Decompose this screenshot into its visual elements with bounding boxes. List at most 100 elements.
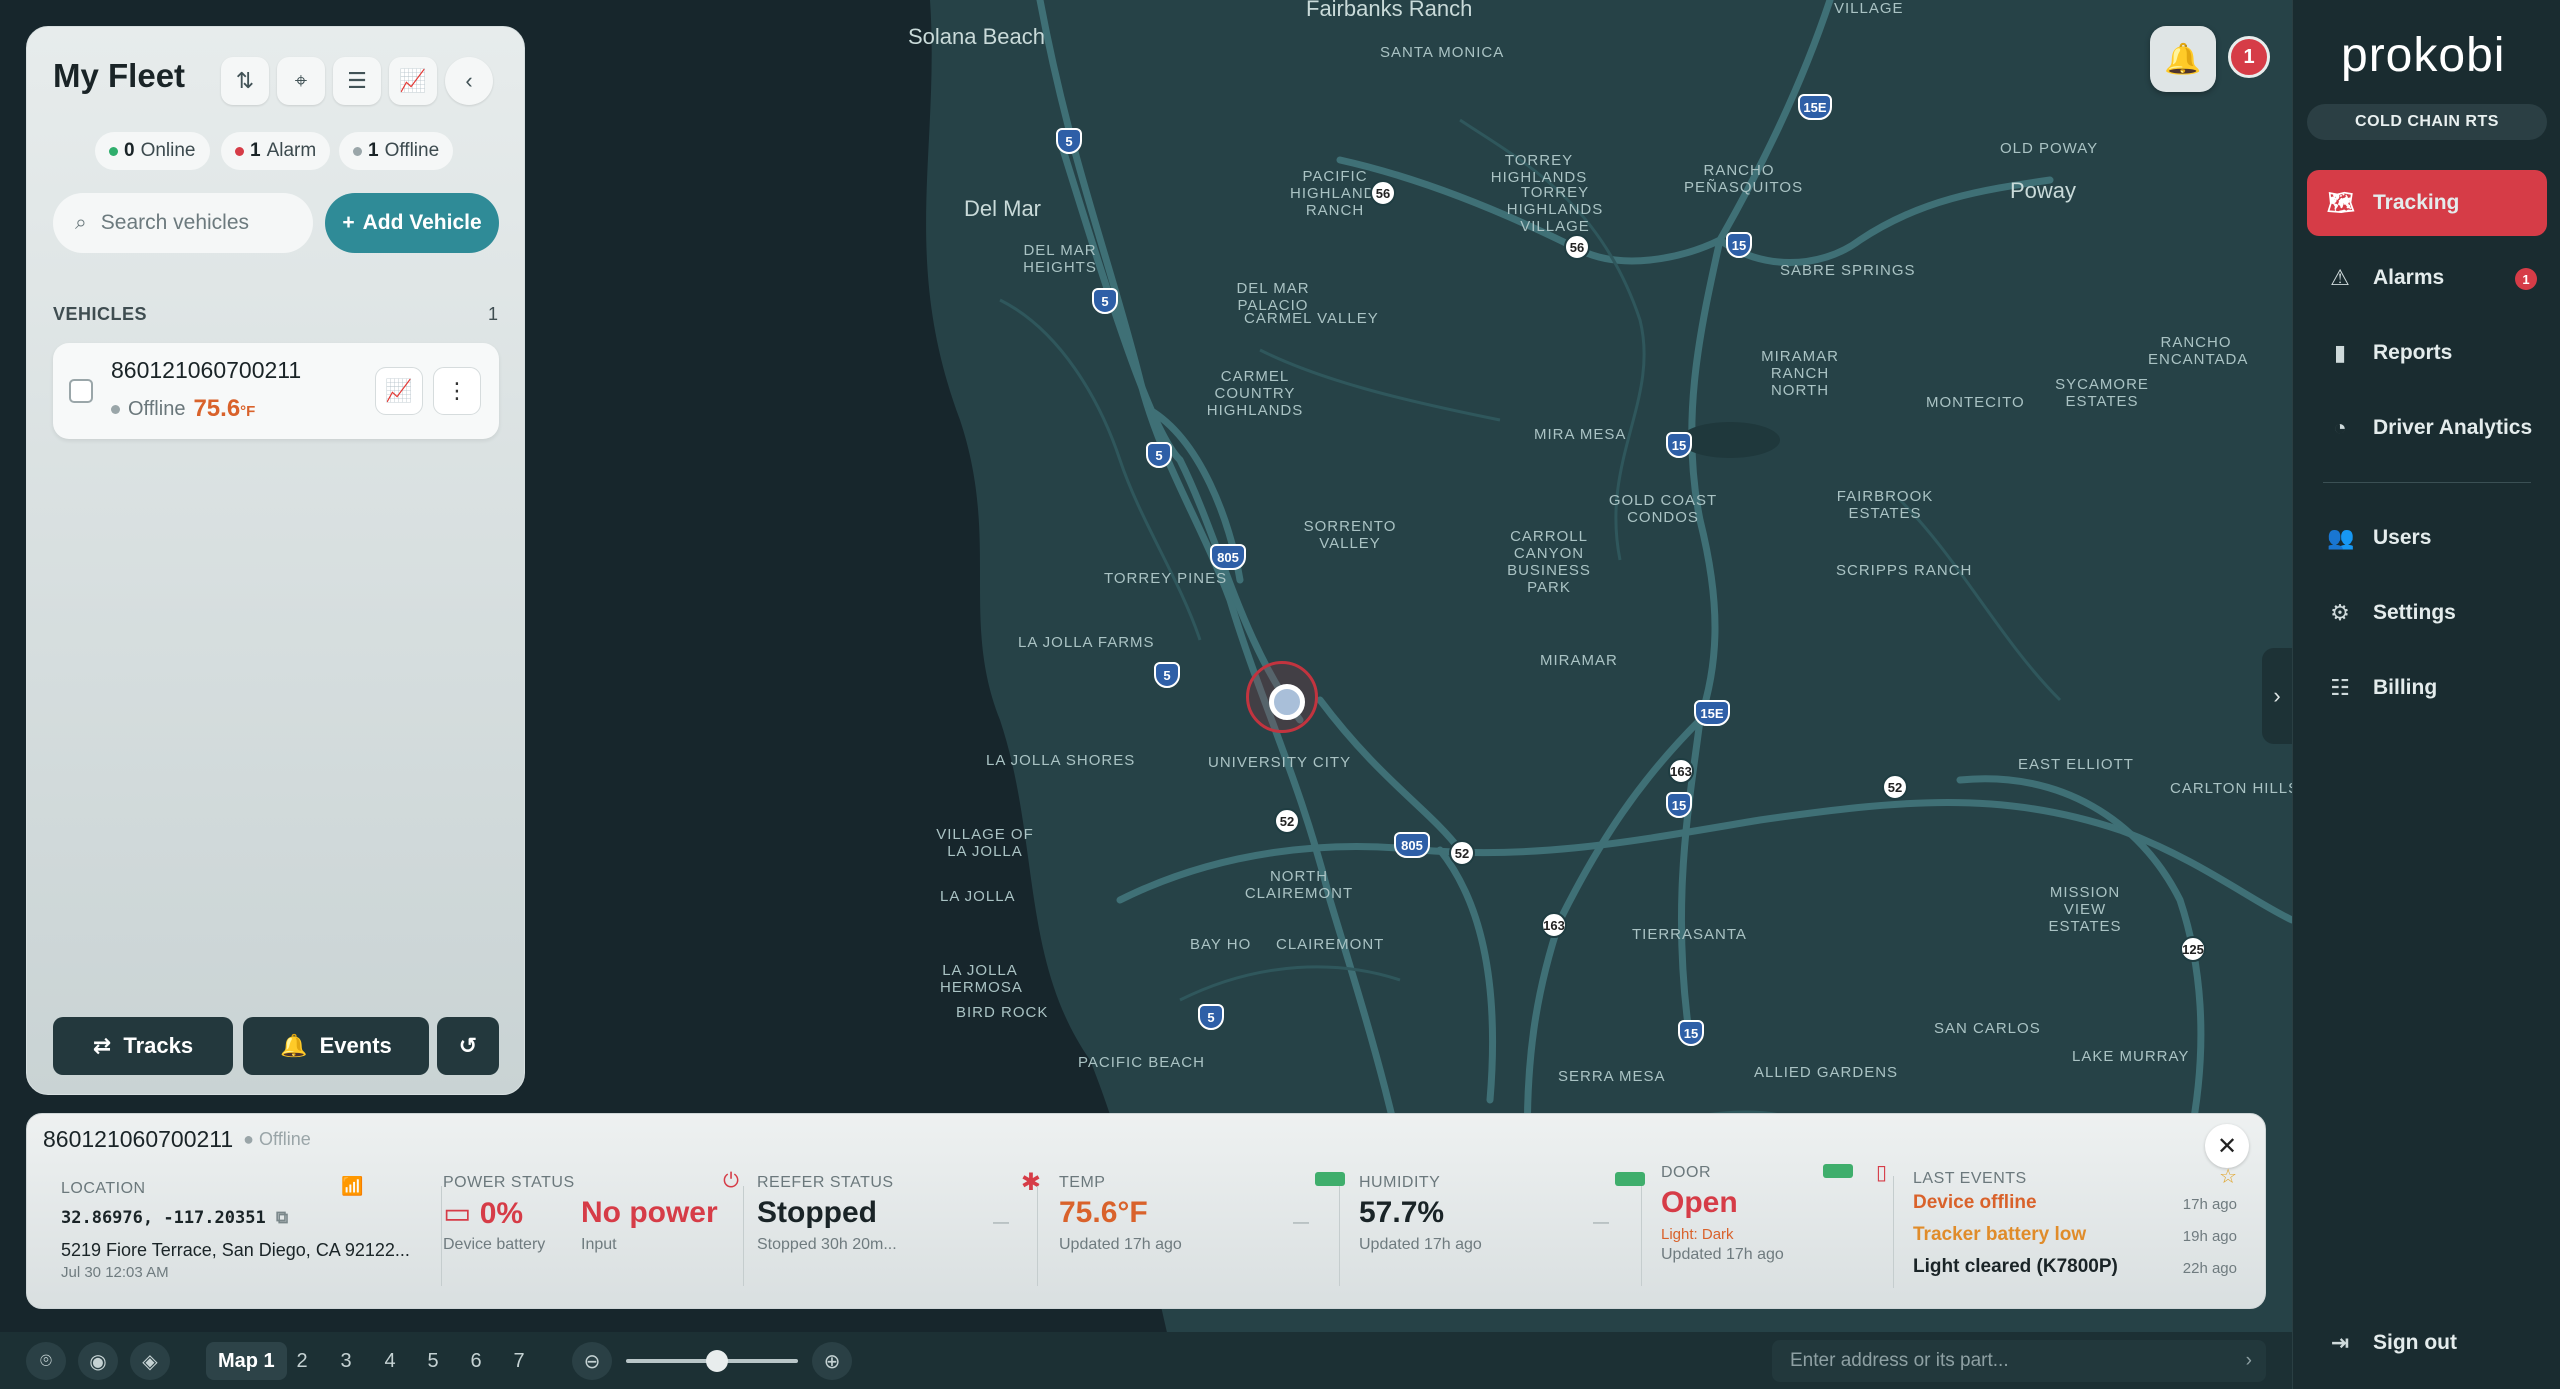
brand-logo[interactable]: prokobi — [2341, 28, 2505, 83]
event-item[interactable]: Tracker battery low — [1913, 1224, 2086, 1246]
map-tab-5[interactable]: 5 — [423, 1342, 443, 1380]
place-label: SYCAMORE ESTATES — [2055, 376, 2149, 410]
search-vehicles-input[interactable]: ⌕ Search vehicles — [53, 193, 313, 253]
address-search-input[interactable]: Enter address or its part... › — [1772, 1340, 2266, 1382]
place-label: Fairbanks Ranch — [1306, 0, 1473, 21]
place-label: CARLTON HILLS — [2170, 780, 2292, 797]
map-tab-1[interactable]: Map 1 — [206, 1342, 287, 1380]
star-icon[interactable]: ☆ — [2219, 1164, 2237, 1189]
expand-nav-button[interactable]: › — [2262, 648, 2292, 744]
map-tab-7[interactable]: 7 — [509, 1342, 529, 1380]
zoom-in-button[interactable]: ⊕ — [812, 1342, 852, 1380]
vehicle-menu-button[interactable]: ⋮ — [433, 367, 481, 415]
place-label: CARMEL VALLEY — [1244, 310, 1379, 327]
humidity-dash: — — [1593, 1214, 1609, 1231]
place-label: CARROLL CANYON BUSINESS PARK — [1507, 528, 1591, 596]
zoom-out-icon: ⊖ — [583, 1350, 601, 1373]
nav-label: Settings — [2373, 601, 2456, 624]
pin-button[interactable]: ⌾ — [26, 1342, 66, 1380]
online-dot-icon — [109, 146, 118, 156]
vehicle-marker[interactable] — [1246, 661, 1318, 733]
route-shield: 5 — [1092, 288, 1118, 314]
chart-icon: 📈 — [399, 68, 427, 93]
close-detail-button[interactable]: ✕ — [2205, 1124, 2249, 1168]
vehicle-card[interactable]: 860121060700211 Offline 75.6°F 📈 ⋮ — [53, 343, 499, 439]
users-icon: 👥 — [2327, 525, 2355, 550]
route-shield: 15 — [1726, 232, 1752, 258]
sort-button[interactable]: ⇅ — [221, 57, 269, 105]
vehicle-id: 860121060700211 — [111, 357, 302, 383]
events-button[interactable]: 🔔 Events — [243, 1017, 429, 1075]
route-shield: 5 — [1198, 1004, 1224, 1030]
nav-label: Alarms — [2373, 266, 2445, 289]
reefer-label: REEFER STATUS — [757, 1174, 894, 1191]
place-label: VILLAGE — [1834, 0, 1904, 17]
door-icon: ▯ — [1875, 1162, 1887, 1184]
vehicle-status: Offline — [128, 397, 186, 420]
vehicle-checkbox[interactable] — [69, 379, 93, 403]
sign-out-button[interactable]: ⇥ Sign out — [2307, 1310, 2547, 1376]
event-item[interactable]: Light cleared (K7800P) — [1913, 1256, 2118, 1278]
divider — [743, 1186, 744, 1286]
list-view-button[interactable]: ☰ — [333, 57, 381, 105]
offline-filter[interactable]: 1 Offline — [339, 132, 454, 170]
route-shield: 15 — [1666, 792, 1692, 818]
location-label: LOCATION — [61, 1180, 146, 1197]
copy-icon[interactable]: ⧉ — [276, 1208, 288, 1228]
place-label: LA JOLLA HERMOSA — [940, 962, 1023, 996]
reefer-dash: — — [993, 1214, 1009, 1231]
map-tab-2[interactable]: 2 — [292, 1342, 312, 1380]
add-vehicle-button[interactable]: + Add Vehicle — [325, 193, 499, 253]
online-label: Online — [140, 140, 196, 161]
events-label: Events — [319, 1033, 392, 1058]
place-label: GOLD COAST CONDOS — [1608, 492, 1718, 526]
humidity-value: 57.7% — [1359, 1196, 1445, 1229]
marker-button[interactable]: ◉ — [78, 1342, 118, 1380]
place-label: MISSION VIEW ESTATES — [2048, 884, 2122, 935]
nav-settings[interactable]: ⚙ Settings — [2307, 580, 2547, 646]
nav-label: Users — [2373, 526, 2432, 549]
alarm-label: Alarm — [266, 140, 317, 161]
alarm-filter[interactable]: 1 Alarm — [221, 132, 331, 170]
bell-icon: 🔔 — [2164, 42, 2202, 76]
chart-button[interactable]: 📈 — [389, 57, 437, 105]
route-shield: 52 — [1449, 840, 1475, 866]
close-icon: ✕ — [2216, 1132, 2238, 1160]
place-label: SANTA MONICA — [1380, 44, 1505, 61]
map-icon: 🗺 — [2327, 190, 2355, 215]
zoom-out-button[interactable]: ⊖ — [572, 1342, 612, 1380]
route-shield: 15 — [1666, 432, 1692, 458]
nav-reports[interactable]: ▮ Reports — [2307, 320, 2547, 386]
collapse-panel-button[interactable]: ‹ — [445, 57, 493, 105]
event-time: 17h ago — [2182, 1196, 2237, 1213]
route-shield: 56 — [1370, 180, 1396, 206]
zoom-slider[interactable] — [626, 1350, 798, 1372]
nav-alarms[interactable]: ⚠ Alarms 1 — [2307, 245, 2547, 311]
place-label: Solana Beach — [908, 24, 1045, 49]
offline-count: 1 — [368, 140, 379, 161]
map-tab-6[interactable]: 6 — [466, 1342, 486, 1380]
nav-users[interactable]: 👥 Users — [2307, 505, 2547, 571]
notifications-button[interactable]: 🔔 — [2150, 26, 2216, 92]
locate-button[interactable]: ⌖ — [277, 57, 325, 105]
org-selector[interactable]: COLD CHAIN RTS — [2307, 104, 2547, 140]
nav-tracking[interactable]: 🗺 Tracking — [2307, 170, 2547, 236]
history-button[interactable]: ↺ — [437, 1017, 499, 1075]
vehicles-heading: VEHICLES — [53, 304, 148, 324]
divider — [1641, 1186, 1642, 1286]
vehicle-chart-button[interactable]: 📈 — [375, 367, 423, 415]
tracks-button[interactable]: ⇄ Tracks — [53, 1017, 233, 1075]
zoom-slider-handle[interactable] — [706, 1350, 728, 1372]
gauge-icon: ◔ — [2333, 415, 2347, 440]
divider — [1339, 1186, 1340, 1286]
map-tab-3[interactable]: 3 — [336, 1342, 356, 1380]
map-tab-4[interactable]: 4 — [380, 1342, 400, 1380]
bar-chart-icon: ▮ — [2333, 340, 2347, 365]
location-section: LOCATION 📶 32.86976, -117.20351 ⧉ 5219 F… — [61, 1176, 431, 1300]
battery-sub: Device battery — [443, 1236, 546, 1253]
nav-driver-analytics[interactable]: ◔ Driver Analytics — [2307, 395, 2547, 461]
layers-button[interactable]: ◈ — [130, 1342, 170, 1380]
online-filter[interactable]: 0 Online — [95, 132, 210, 170]
nav-billing[interactable]: ☷ Billing — [2307, 655, 2547, 721]
event-item[interactable]: Device offline — [1913, 1192, 2037, 1214]
